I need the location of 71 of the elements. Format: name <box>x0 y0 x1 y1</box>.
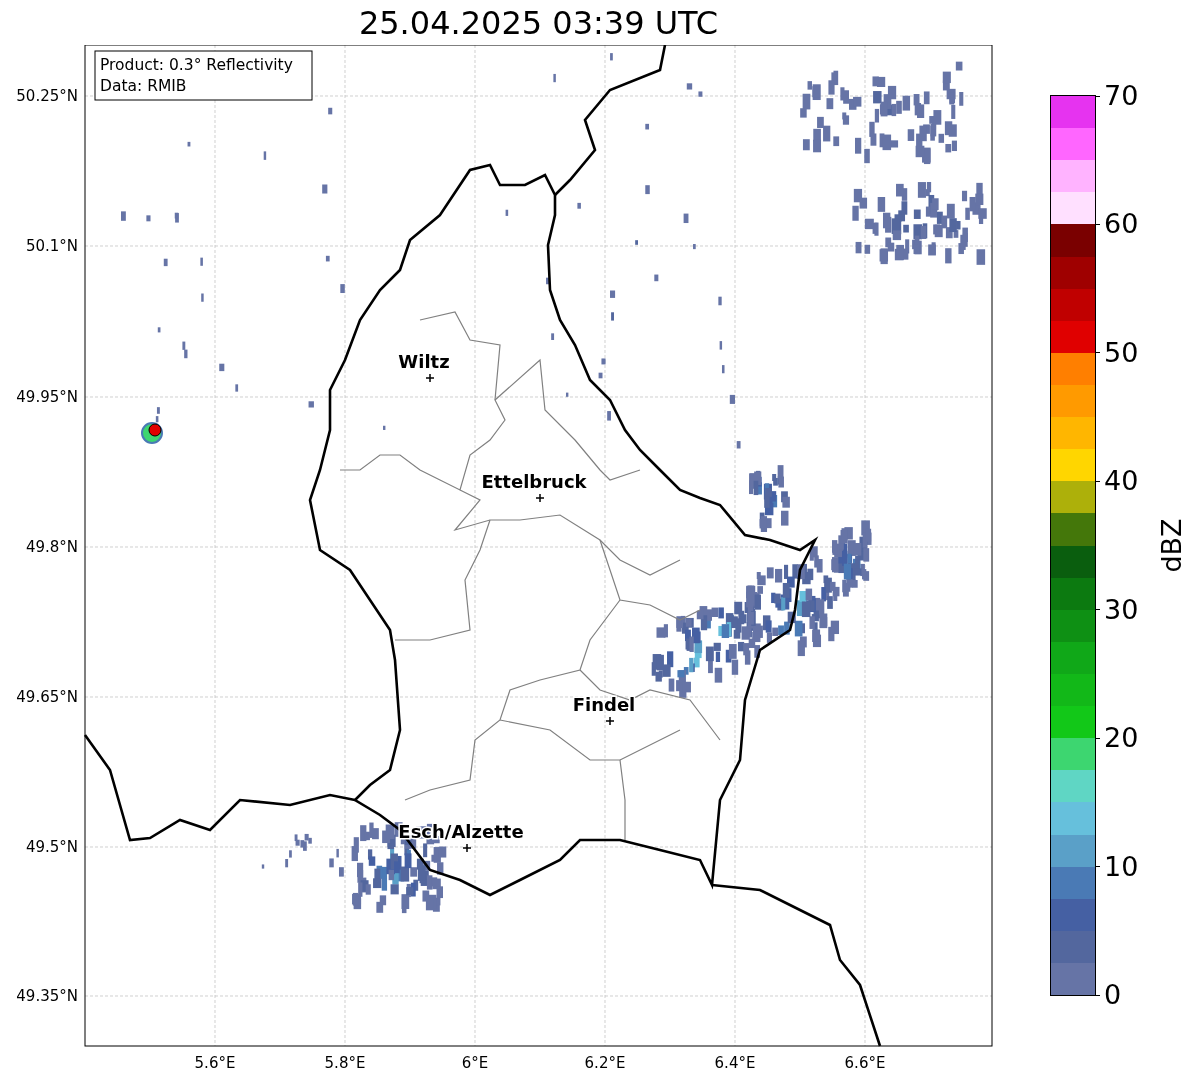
annotation-text: Data: RMIB <box>100 77 187 95</box>
radar-echo <box>328 107 333 115</box>
radar-echo <box>187 141 191 147</box>
radar-echo <box>322 184 328 194</box>
longitude-label: 6.6°E <box>844 1054 886 1072</box>
radar-echo <box>201 293 204 302</box>
radar-echo <box>308 401 314 408</box>
colorbar-tick-label: 30 <box>1104 594 1139 625</box>
radar-echo <box>610 290 616 298</box>
radar-echo <box>693 244 696 250</box>
colorbar-label: dBZ <box>1155 518 1184 573</box>
radar-echo <box>157 327 161 333</box>
radar-echo <box>749 465 790 532</box>
annotation-text: Product: 0.3° Reflectivity <box>100 56 293 74</box>
radar-echo <box>610 53 613 61</box>
latitude-label: 49.8°N <box>25 538 78 556</box>
radar-echo <box>261 864 265 869</box>
radar-echo <box>340 284 345 293</box>
radar-echo <box>607 411 611 421</box>
latitude-label: 49.95°N <box>16 388 78 406</box>
colorbar-tick-label: 60 <box>1104 209 1139 240</box>
radar-echo <box>729 394 735 404</box>
radar-echo <box>505 209 509 216</box>
city-label: Wiltz <box>398 351 450 372</box>
city-label: Ettelbruck <box>481 471 587 492</box>
longitude-label: 6.4°E <box>714 1054 756 1072</box>
radar-echo <box>566 392 569 397</box>
radar-echo <box>722 365 725 374</box>
radar-echo <box>546 277 551 285</box>
radar-echo <box>200 257 203 266</box>
chart-title: 25.04.2025 03:39 UTC <box>358 3 719 42</box>
radar-echo <box>577 202 581 209</box>
latitude-label: 49.65°N <box>16 688 78 706</box>
colorbar-tick-label: 50 <box>1104 337 1139 368</box>
colorbar-tick-label: 40 <box>1104 466 1139 497</box>
radar-echo <box>163 258 168 267</box>
colorbar-tick-label: 0 <box>1104 980 1122 1010</box>
radar-echo <box>121 211 126 221</box>
longitude-label: 5.6°E <box>194 1054 236 1072</box>
radar-echo <box>551 333 555 340</box>
radar-echo <box>645 123 650 130</box>
city-marker-icon <box>462 843 472 853</box>
city-marker-icon <box>425 373 435 383</box>
radar-echo <box>219 363 225 372</box>
radar-echo <box>325 255 330 262</box>
latitude-label: 50.25°N <box>16 87 78 105</box>
radar-echo <box>235 384 239 392</box>
radar-echo <box>683 213 689 224</box>
radar-echo <box>645 185 650 195</box>
radar-echo <box>611 312 614 321</box>
radar-echo <box>263 151 267 160</box>
radar-echo <box>736 441 741 449</box>
colorbar-tick-label: 10 <box>1104 851 1139 882</box>
city-label: Findel <box>572 694 636 715</box>
radar-echo <box>553 73 556 83</box>
latitude-label: 50.1°N <box>25 237 78 255</box>
longitude-label: 6°E <box>461 1054 489 1072</box>
longitude-label: 6.2°E <box>584 1054 626 1072</box>
radar-echo <box>146 215 151 222</box>
radar-echo <box>383 425 386 430</box>
latitude-label: 49.5°N <box>25 838 78 856</box>
longitude-label: 5.8°E <box>324 1054 366 1072</box>
city-marker-icon <box>605 716 615 726</box>
colorbar-tick-label: 70 <box>1104 81 1139 111</box>
colorbar-tick-label: 20 <box>1104 723 1139 754</box>
radar-echo <box>718 296 722 306</box>
radar-echo <box>635 240 638 245</box>
radar-echo <box>654 274 659 282</box>
city-marker-icon <box>535 493 545 503</box>
radar-echo <box>719 341 723 350</box>
latitude-label: 49.35°N <box>16 987 78 1005</box>
